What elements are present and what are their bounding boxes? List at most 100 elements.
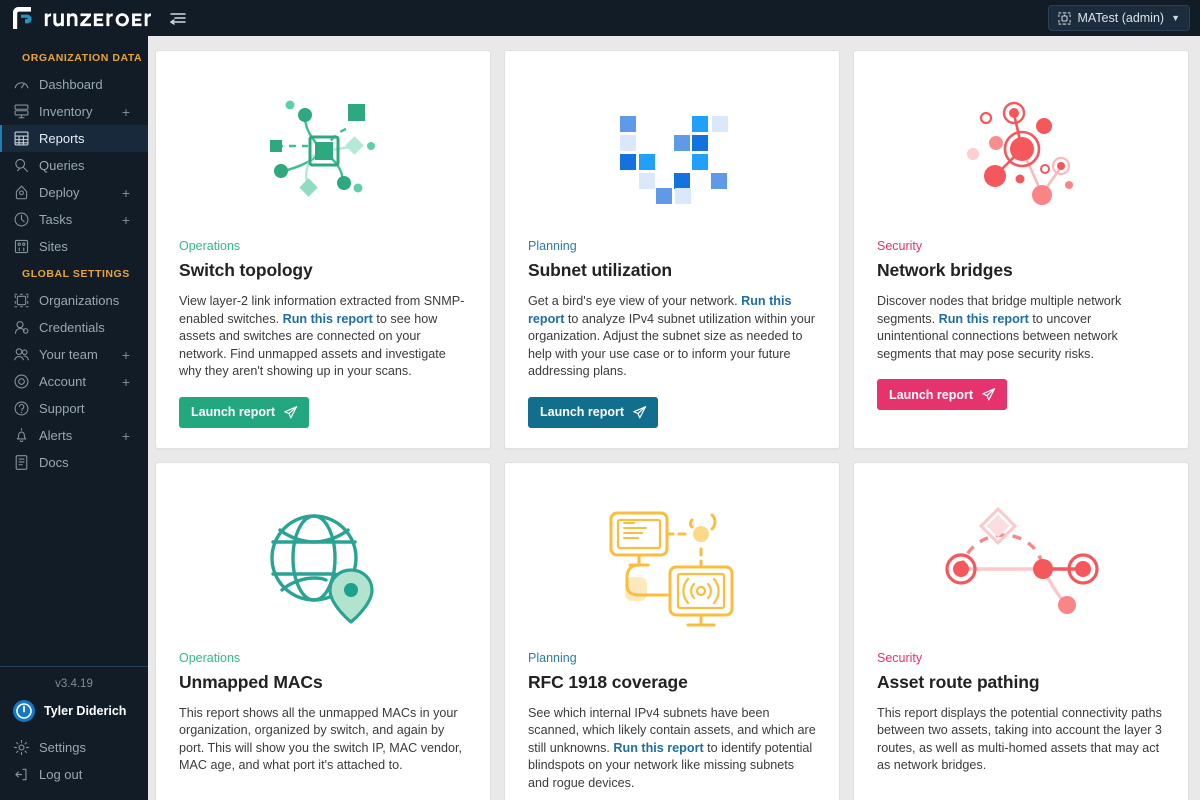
sidebar-item-label: Queries xyxy=(39,158,85,173)
dashboard-icon xyxy=(13,76,30,93)
sidebar-item-tasks[interactable]: Tasks + xyxy=(0,206,148,233)
run-this-report-link[interactable]: Run this report xyxy=(283,312,373,326)
queries-icon xyxy=(13,157,30,174)
sidebar-item-label: Tasks xyxy=(39,212,73,227)
sidebar-item-credentials[interactable]: Credentials xyxy=(0,314,148,341)
sidebar-item-alerts[interactable]: Alerts + xyxy=(0,422,148,449)
description-text-after: to analyze IPv4 subnet utilization withi… xyxy=(528,311,816,379)
sidebar-section-heading: GLOBAL SETTINGS xyxy=(22,268,130,280)
sidebar-item-label: Log out xyxy=(39,767,83,782)
sidebar-item-account[interactable]: Account + xyxy=(0,368,148,395)
sidebar-item-queries[interactable]: Queries xyxy=(0,152,148,179)
expand-plus-icon[interactable]: + xyxy=(122,375,130,389)
expand-plus-icon[interactable]: + xyxy=(122,105,130,119)
report-card[interactable]: Security Network bridges Discover nodes th… xyxy=(853,50,1189,449)
launch-report-label: Launch report xyxy=(191,405,276,419)
run-this-report-link[interactable]: Run this report xyxy=(939,312,1029,326)
launch-report-label: Launch report xyxy=(540,405,625,419)
body-row: ORGANIZATION DATA Dashboard Inventory + Repo… xyxy=(0,36,1200,800)
sidebar-item-dashboard[interactable]: Dashboard xyxy=(0,71,148,98)
launch-report-button[interactable]: Launch report xyxy=(179,396,310,428)
sidebar-item-label: Dashboard xyxy=(39,77,103,92)
network-bridges-illustration xyxy=(877,69,1165,239)
description-text-before: This report shows all the unmapped MACs … xyxy=(179,705,463,773)
launch-report-button[interactable]: Launch report xyxy=(528,396,659,428)
launch-report-button[interactable]: Launch report xyxy=(877,379,1008,410)
report-description: Discover nodes that bridge multiple netw… xyxy=(877,293,1165,363)
runzero-wordmark xyxy=(44,13,151,27)
organization-label: MATest (admin) xyxy=(1077,11,1165,25)
brand-logo[interactable] xyxy=(0,5,158,31)
report-title: RFC 1918 coverage xyxy=(528,671,688,692)
sidebar-item-organizations[interactable]: Organizations xyxy=(0,287,148,314)
launch-report-label: Launch report xyxy=(889,387,974,402)
reports-icon xyxy=(13,130,30,147)
sidebar-item-label: Settings xyxy=(39,740,86,755)
report-category: Operations xyxy=(179,239,241,253)
report-card[interactable]: Operations Unmapped MACs This report shows… xyxy=(155,461,491,800)
expand-plus-icon[interactable]: + xyxy=(122,213,130,227)
user-name: Tyler Diderich xyxy=(44,704,127,718)
report-card[interactable]: Operations Switch topology View layer-2 li… xyxy=(155,50,491,449)
report-category: Planning xyxy=(528,239,577,253)
user-avatar-icon xyxy=(13,700,35,722)
top-bar: MATest (admin) ▼ xyxy=(0,0,1200,36)
logout-icon xyxy=(13,766,30,783)
expand-plus-icon[interactable]: + xyxy=(122,348,130,362)
sidebar-item-logout[interactable]: Log out xyxy=(0,761,148,788)
sidebar-item-label: Account xyxy=(39,374,86,389)
sidebar-item-deploy[interactable]: Deploy + xyxy=(0,179,148,206)
report-card[interactable]: Planning RFC 1918 coverage See which inter… xyxy=(504,461,840,800)
organization-icon xyxy=(1058,11,1072,25)
rfc1918-coverage-illustration xyxy=(528,481,816,651)
sidebar-item-label: Credentials xyxy=(39,320,105,335)
switch-topology-illustration xyxy=(179,69,467,239)
report-category: Planning xyxy=(528,650,577,665)
reports-grid: Operations Switch topology View layer-2 li… xyxy=(148,50,1200,800)
sidebar-item-your-team[interactable]: Your team + xyxy=(0,341,148,368)
run-this-report-link[interactable]: Run this report xyxy=(613,741,703,755)
report-card[interactable]: Security Asset route pathing This report d… xyxy=(853,461,1189,800)
user-profile[interactable]: Tyler Diderich xyxy=(0,690,148,734)
description-text-before: This report displays the potential conne… xyxy=(877,705,1162,773)
sidebar-item-label: Inventory xyxy=(39,104,93,119)
docs-icon xyxy=(13,454,30,471)
sidebar-item-label: Your team xyxy=(39,347,98,362)
paper-plane-icon xyxy=(632,405,647,420)
sidebar-nav: ORGANIZATION DATA Dashboard Inventory + Repo… xyxy=(0,36,148,657)
support-icon xyxy=(13,400,30,417)
subnet-utilization-illustration xyxy=(528,69,816,239)
main-content: Operations Switch topology View layer-2 li… xyxy=(148,36,1200,800)
unmapped-macs-illustration xyxy=(270,513,374,624)
organization-selector[interactable]: MATest (admin) ▼ xyxy=(1048,5,1190,31)
asset-route-pathing-illustration xyxy=(945,506,1099,614)
rfc1918-coverage-illustration xyxy=(609,511,733,626)
sidebar-item-sites[interactable]: Sites xyxy=(0,233,148,260)
sidebar-item-label: Deploy xyxy=(39,185,80,200)
sidebar-footer: Tyler Diderich Settings Log out xyxy=(0,690,148,800)
app-version: v3.4.19 xyxy=(0,666,148,690)
sidebar-item-label: Organizations xyxy=(39,293,120,308)
report-title: Subnet utilization xyxy=(528,260,673,280)
sidebar-item-reports[interactable]: Reports xyxy=(0,125,148,152)
sidebar-item-inventory[interactable]: Inventory + xyxy=(0,98,148,125)
sidebar-item-support[interactable]: Support xyxy=(0,395,148,422)
report-description: View layer-2 link information extracted … xyxy=(179,293,467,381)
organizations-icon xyxy=(13,292,30,309)
hamburger-icon[interactable] xyxy=(169,11,187,25)
sidebar-item-label: Support xyxy=(39,401,85,416)
expand-plus-icon[interactable]: + xyxy=(122,429,130,443)
description-text-before: Get a bird's eye view of your network. xyxy=(528,294,742,308)
report-card[interactable]: Planning Subnet utilization Get a bird's e… xyxy=(504,50,840,449)
sidebar-item-label: Docs xyxy=(39,455,69,470)
report-description: This report shows all the unmapped MACs … xyxy=(179,705,467,775)
unmapped-macs-illustration xyxy=(179,481,467,651)
alerts-icon xyxy=(13,427,30,444)
sidebar-item-settings[interactable]: Settings xyxy=(0,734,148,761)
report-description: See which internal IPv4 subnets have bee… xyxy=(528,705,816,793)
report-title: Asset route pathing xyxy=(877,671,1040,692)
expand-plus-icon[interactable]: + xyxy=(122,186,130,200)
switch-topology-illustration xyxy=(270,100,375,197)
sidebar-item-docs[interactable]: Docs xyxy=(0,449,148,476)
team-icon xyxy=(13,346,30,363)
